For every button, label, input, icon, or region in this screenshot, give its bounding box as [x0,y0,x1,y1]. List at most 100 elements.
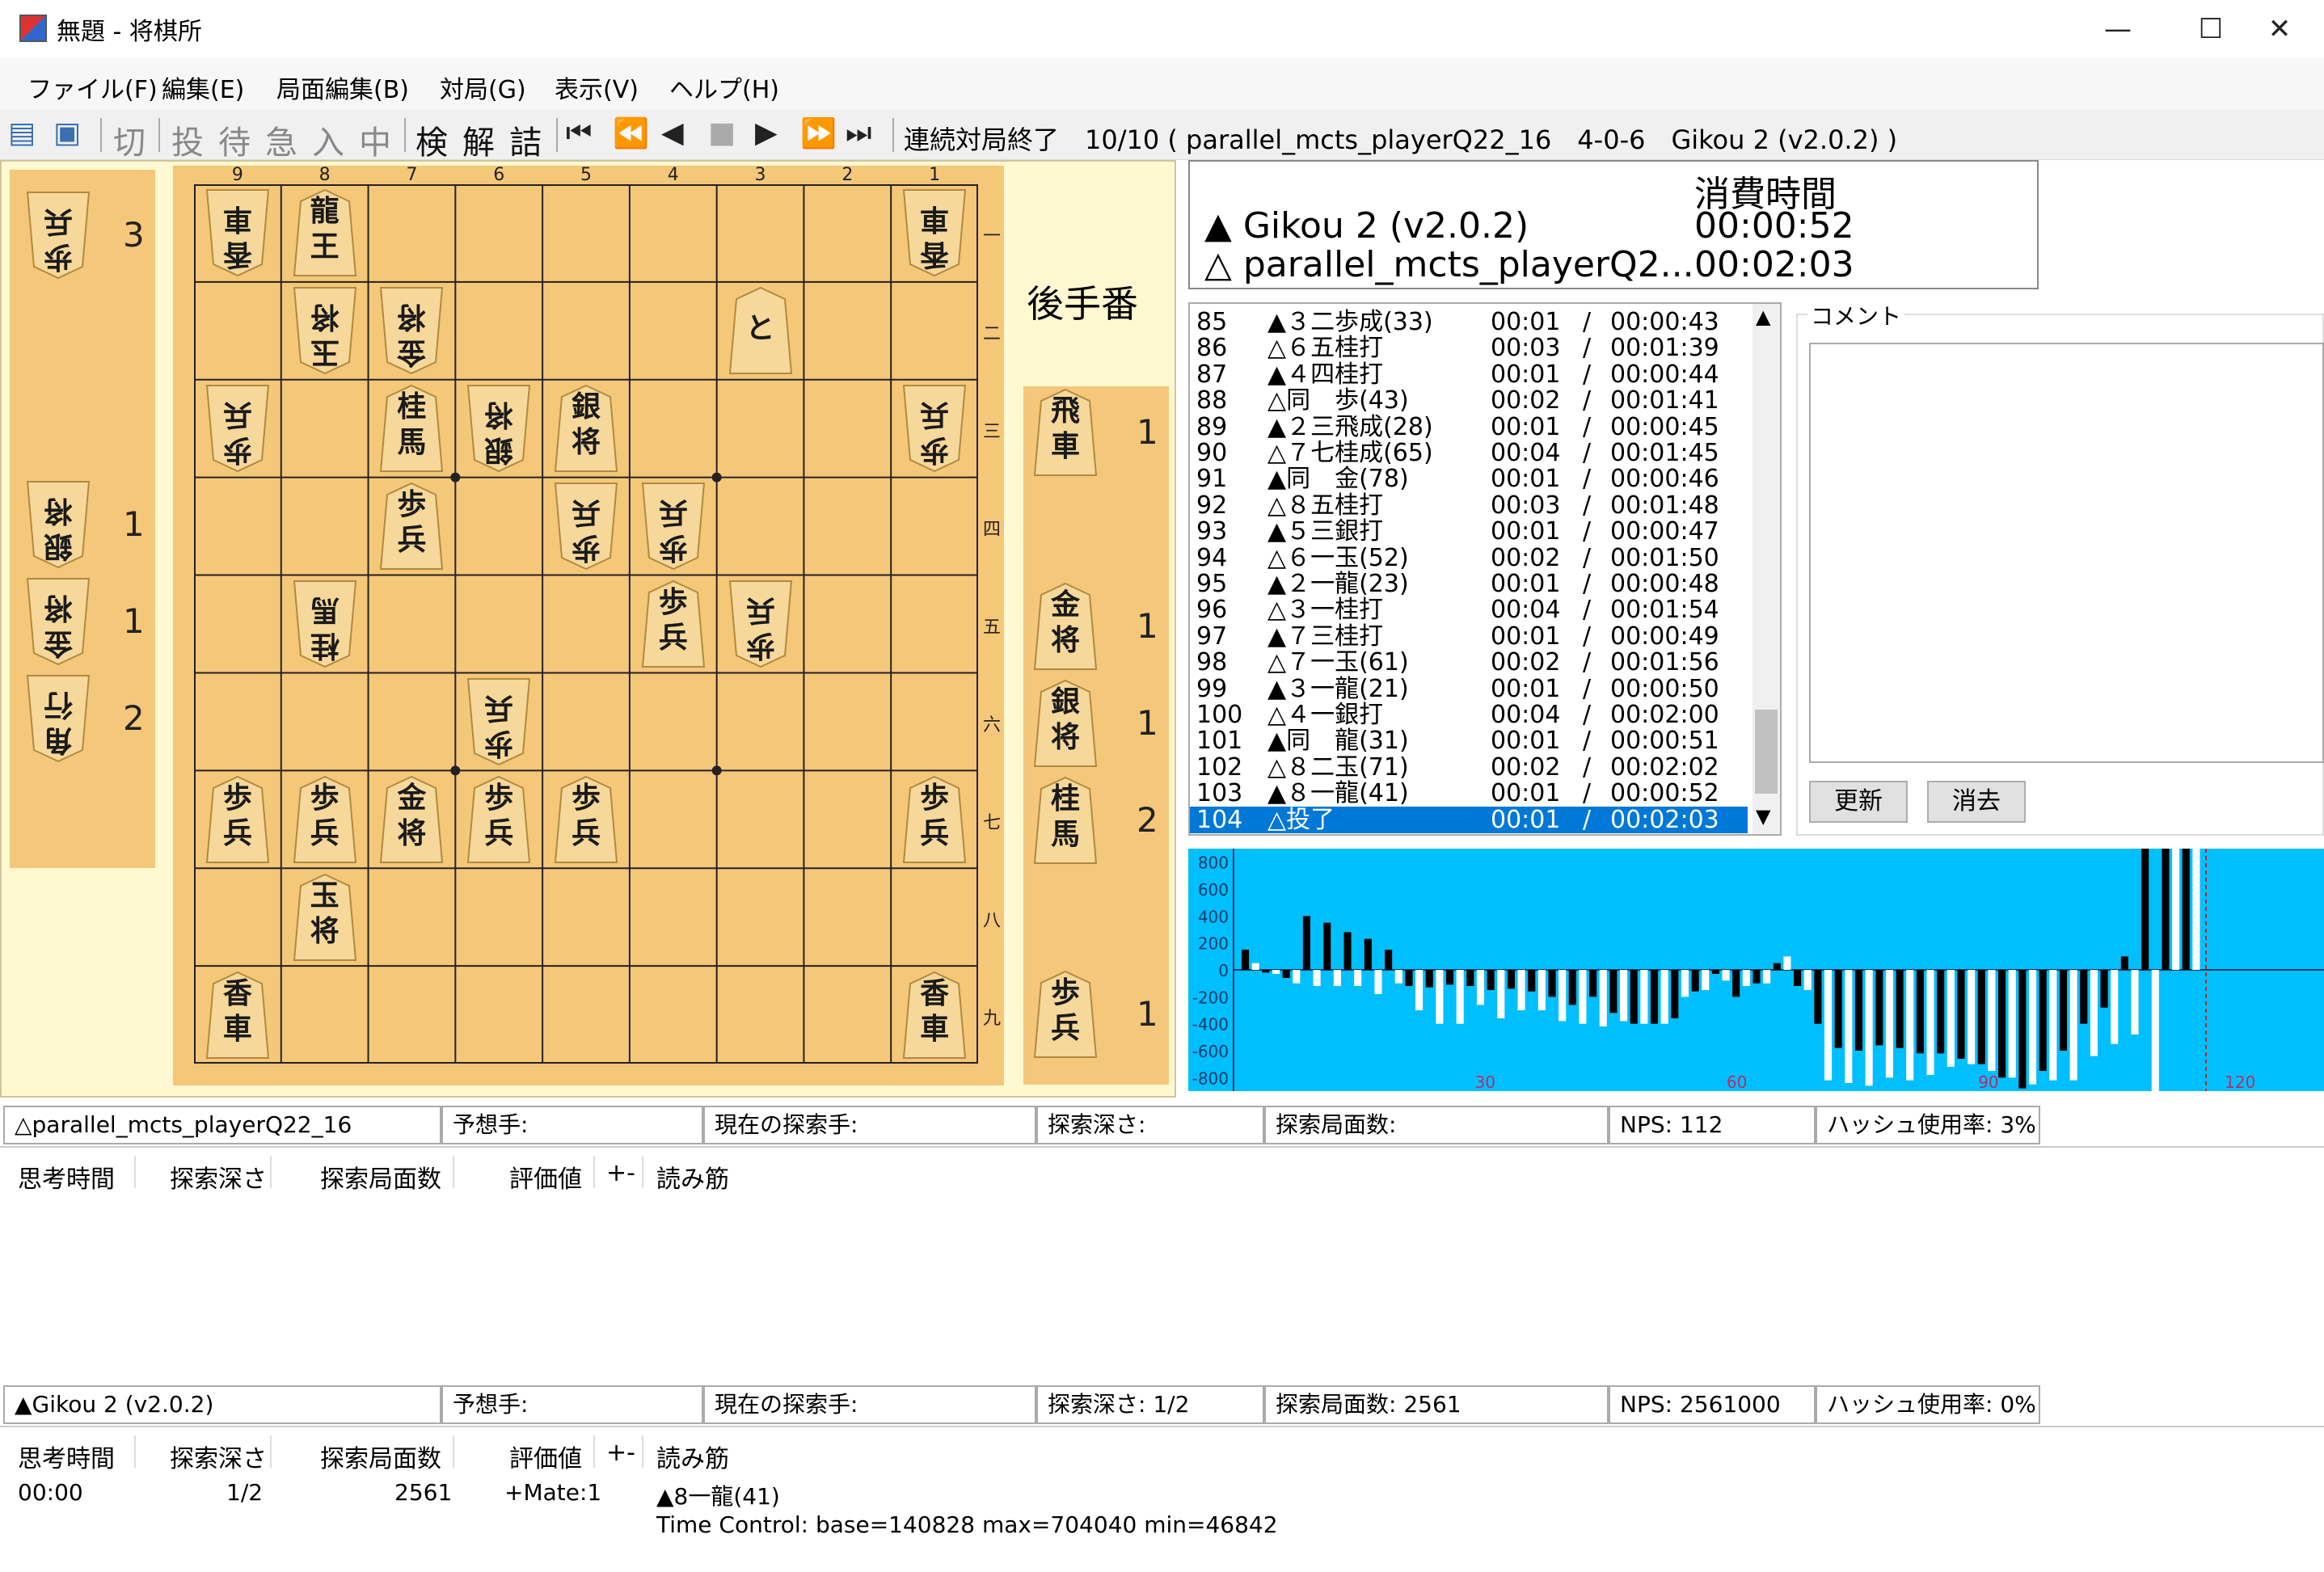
cut-button[interactable]: 切 [113,116,146,163]
sente-piece[interactable]: 銀 将 [1033,679,1098,768]
gote-piece[interactable]: 歩 兵 [205,384,270,473]
piece-label: 銀 将 [44,494,74,563]
scroll-down-icon[interactable]: ▼ [1756,805,1770,828]
menu-help[interactable]: ヘルプ(H) [669,70,779,105]
gote-piece[interactable]: 金 将 [26,577,91,666]
kifu-row[interactable]: 92 △８五桂打 00:03 / 00:01:48 [1190,492,1748,519]
kifu-row[interactable]: 103 ▲８一龍(41) 00:01 / 00:00:52 [1190,780,1748,807]
kifu-row[interactable]: 101 ▲同 龍(31) 00:01 / 00:00:51 [1190,727,1748,754]
menu-edit[interactable]: 編集(E) [162,70,244,105]
enter-king-button[interactable]: 入 [312,116,344,163]
kifu-row[interactable]: 102 △８二玉(71) 00:02 / 00:02:02 [1190,754,1748,781]
sente-piece[interactable]: 香 車 [205,971,270,1060]
kifu-row[interactable]: 86 △６五桂打 00:03 / 00:01:39 [1190,335,1748,361]
kifu-total-time: 00:01:56 [1610,648,1719,677]
resign-button[interactable]: 投 [171,116,204,163]
gote-piece[interactable]: 歩 兵 [466,677,531,766]
sente-piece[interactable]: 歩 兵 [466,775,531,864]
kifu-move-number: 94 [1196,543,1228,572]
sente-piece[interactable]: 歩 兵 [293,775,357,864]
sente-piece[interactable]: 歩 兵 [379,482,444,571]
forward-fast-icon[interactable]: ⏩ [800,116,837,150]
sente-piece[interactable]: 歩 兵 [902,775,967,864]
kifu-row[interactable]: 93 ▲５三銀打 00:01 / 00:00:47 [1190,518,1748,545]
sente-piece[interactable]: 金 将 [1033,582,1098,671]
save-icon[interactable]: ▤ [8,116,36,150]
kifu-row[interactable]: 99 ▲３一龍(21) 00:01 / 00:00:50 [1190,676,1748,702]
sente-piece[interactable]: 飛 車 [1033,388,1098,477]
back-fast-icon[interactable]: ⏪ [613,116,649,150]
stop-button[interactable]: 中 [359,116,391,163]
kifu-scrollbar[interactable]: ▲ ▼ [1752,304,1780,834]
gote-piece[interactable]: 歩 兵 [26,191,91,280]
kifu-row[interactable]: 91 ▲同 金(78) 00:01 / 00:00:46 [1190,466,1748,492]
kifu-row[interactable]: 98 △７一玉(61) 00:02 / 00:01:56 [1190,649,1748,676]
close-button[interactable]: ✕ [2231,6,2324,52]
sente-piece[interactable]: 桂 馬 [379,384,444,473]
stop-icon[interactable]: ■ [708,116,736,150]
solve-button[interactable]: 解 [462,116,495,163]
kifu-row[interactable]: 96 △３一桂打 00:04 / 00:01:54 [1190,596,1748,623]
kifu-row[interactable]: 89 ▲２三飛成(28) 00:01 / 00:00:45 [1190,414,1748,440]
gote-piece[interactable]: 香 車 [205,188,270,277]
kifu-row[interactable]: 97 ▲７三桂打 00:01 / 00:00:49 [1190,623,1748,650]
sente-piece[interactable]: と [728,286,793,375]
clear-button[interactable]: 消去 [1927,781,2026,823]
kifu-list[interactable]: 85 ▲３二歩成(33) 00:01 / 00:00:43 86 △６五桂打 00:03 / 00… [1188,302,1782,836]
minimize-button[interactable]: — [2069,6,2166,52]
gote-piece[interactable]: 歩 兵 [902,384,967,473]
sente-piece[interactable]: 銀 将 [554,384,618,473]
eval-bar [2192,849,2200,970]
sente-piece[interactable]: 歩 兵 [554,775,618,864]
kifu-move: △７七桂成(65) [1267,439,1433,467]
menu-view[interactable]: 表示(V) [555,70,639,105]
gote-piece[interactable]: 歩 兵 [728,579,793,668]
kifu-row[interactable]: 100 △４一銀打 00:04 / 00:02:00 [1190,702,1748,728]
mate-button[interactable]: 詰 [509,116,542,163]
sente-piece[interactable]: 玉 将 [293,873,357,962]
back-icon[interactable]: ◀ [661,116,684,150]
gote-piece[interactable]: 玉 将 [293,286,357,375]
gote-piece[interactable]: 角 行 [26,674,91,763]
gote-piece[interactable]: 香 車 [902,188,967,277]
menu-position-edit[interactable]: 局面編集(B) [276,70,409,105]
last-move-icon[interactable]: ⏭ [846,116,871,150]
kifu-row[interactable]: 94 △６一玉(52) 00:02 / 00:01:50 [1190,545,1748,571]
kifu-row[interactable]: 88 △同 歩(43) 00:02 / 00:01:41 [1190,387,1748,414]
column-separator [270,1156,272,1188]
piece-label: と [745,311,775,346]
kifu-total-time: 00:01:54 [1610,596,1719,625]
scroll-up-icon[interactable]: ▲ [1756,306,1770,328]
menu-game[interactable]: 対局(G) [440,70,526,105]
gote-piece[interactable]: 銀 将 [466,384,531,473]
kifu-row[interactable]: 104 △投了 00:01 / 00:02:03 [1190,806,1748,833]
kifu-move: ▲３二歩成(33) [1267,308,1433,336]
sente-piece[interactable]: 歩 兵 [641,579,706,668]
gote-piece[interactable]: 桂 馬 [293,579,357,668]
kifu-row[interactable]: 95 ▲２一龍(23) 00:01 / 00:00:48 [1190,571,1748,597]
sente-piece[interactable]: 歩 兵 [205,775,270,864]
gote-piece[interactable]: 銀 将 [26,480,91,569]
sente-piece[interactable]: 龍 王 [293,188,357,277]
analyze-button[interactable]: 検 [415,116,448,163]
forward-icon[interactable]: ▶ [755,116,778,150]
kifu-row[interactable]: 90 △７七桂成(65) 00:04 / 00:01:45 [1190,440,1748,466]
gote-piece[interactable]: 歩 兵 [641,482,706,571]
wait-button[interactable]: 待 [218,116,251,163]
kifu-row[interactable]: 87 ▲４四桂打 00:01 / 00:00:44 [1190,361,1748,388]
first-move-icon[interactable]: ⏮ [566,116,592,150]
kifu-row[interactable]: 85 ▲３二歩成(33) 00:01 / 00:00:43 [1190,309,1748,335]
open-icon[interactable]: ▣ [53,116,81,150]
hurry-button[interactable]: 急 [265,116,297,163]
comment-label: コメント [1807,299,1905,331]
scroll-thumb[interactable] [1755,710,1778,794]
sente-piece[interactable]: 歩 兵 [1033,970,1098,1059]
gote-piece[interactable]: 金 将 [379,286,444,375]
gote-piece[interactable]: 歩 兵 [554,482,618,571]
update-button[interactable]: 更新 [1809,781,1908,823]
sente-piece[interactable]: 桂 馬 [1033,776,1098,865]
menu-file[interactable]: ファイル(F) [27,70,158,105]
sente-piece[interactable]: 金 将 [379,775,444,864]
comment-textarea[interactable] [1809,343,2324,763]
sente-piece[interactable]: 香 車 [902,971,967,1060]
